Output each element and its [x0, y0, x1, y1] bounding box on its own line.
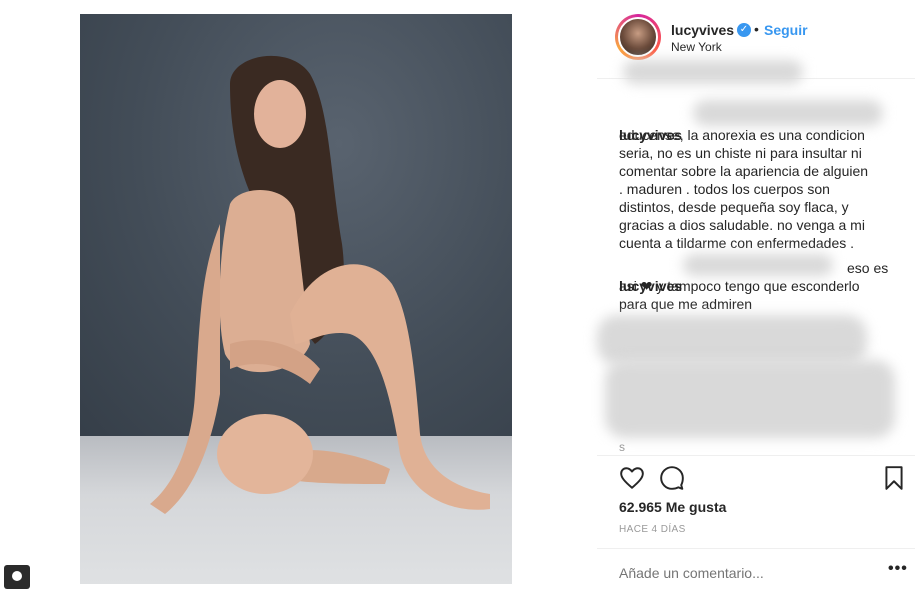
reply-lead-text: eso es [847, 260, 889, 276]
separator-dot: • [754, 21, 759, 37]
image-save-marker-icon[interactable] [4, 565, 30, 589]
location-link[interactable]: New York [671, 40, 722, 54]
heart-icon[interactable] [619, 465, 645, 491]
avatar-story-ring[interactable] [615, 14, 661, 60]
verified-badge-icon: ✓ [737, 23, 751, 37]
post-timestamp[interactable]: HACE 4 DÍAS [619, 524, 686, 535]
more-options-button[interactable]: ••• [888, 560, 908, 578]
comment-icon[interactable] [659, 465, 685, 491]
reply-text: asi ❤ y tampoco tengo que esconderlo par… [619, 278, 860, 312]
add-comment-input[interactable] [619, 563, 819, 583]
seated-figure-illustration [150, 55, 490, 514]
instagram-post-page: lucyvives ✓ • Seguir New York lucyvives … [0, 0, 915, 592]
header-username[interactable]: lucyvives [671, 22, 734, 38]
redacted-text-block [605, 360, 895, 438]
caption-text: educense, la anorexia es una condicion s… [619, 127, 869, 251]
follow-button[interactable]: Seguir [764, 22, 808, 38]
likes-count[interactable]: 62.965 Me gusta [619, 499, 726, 515]
redacted-text-block [597, 315, 867, 365]
actions-divider [597, 455, 915, 456]
post-photo[interactable] [80, 14, 512, 584]
comment-divider [597, 548, 915, 549]
post-sidebar: lucyvives ✓ • Seguir New York lucyvives … [597, 0, 915, 592]
avatar[interactable] [618, 17, 658, 57]
redacted-text-block [623, 60, 803, 84]
partial-text-fragment: s [619, 440, 625, 454]
post-actions [619, 465, 909, 493]
bookmark-icon[interactable] [881, 465, 907, 491]
